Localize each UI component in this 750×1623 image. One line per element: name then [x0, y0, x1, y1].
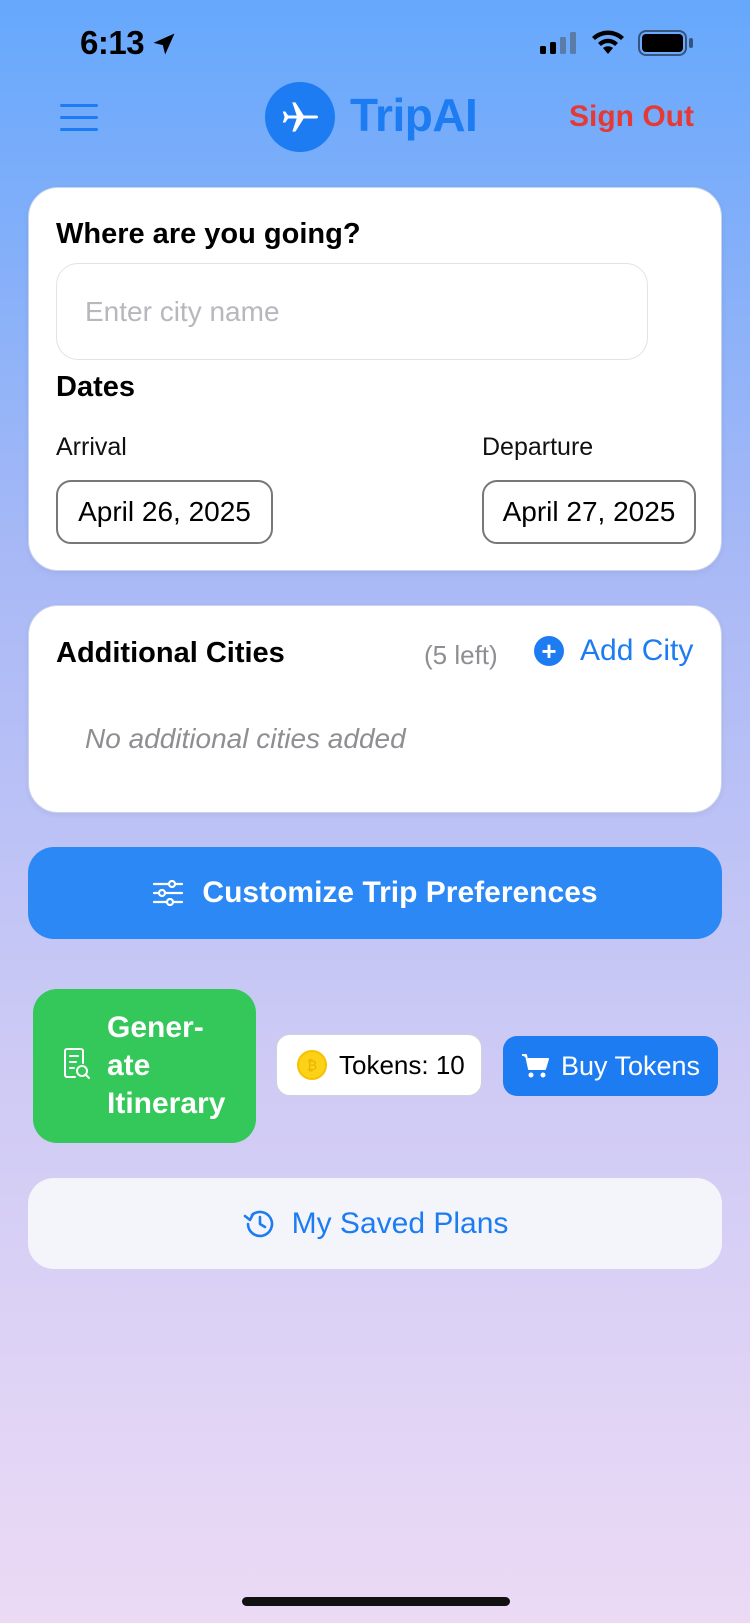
- document-search-icon: [64, 1048, 90, 1079]
- additional-cities-card: Additional Cities (5 left) + Add City No…: [28, 605, 722, 813]
- generate-itinerary-label: Gener-ate Itinerary: [107, 1011, 226, 1120]
- empty-cities-text: No additional cities added: [85, 723, 406, 754]
- sign-out-button[interactable]: Sign Out: [569, 100, 694, 134]
- saved-plans-button[interactable]: My Saved Plans: [28, 1178, 722, 1269]
- menu-icon[interactable]: [60, 104, 100, 132]
- location-arrow-icon: [153, 33, 175, 55]
- departure-date-picker[interactable]: April 27, 2025: [482, 480, 696, 544]
- coin-icon: ₿: [297, 1050, 327, 1080]
- customize-preferences-button[interactable]: Customize Trip Preferences: [28, 847, 722, 939]
- wifi-icon: [592, 30, 624, 54]
- cart-icon: [521, 1054, 549, 1078]
- destination-heading: Where are you going?: [56, 218, 361, 250]
- history-icon: [243, 1210, 273, 1237]
- status-time: 6:13: [80, 24, 145, 61]
- buy-tokens-label: Buy Tokens: [560, 1050, 701, 1081]
- cities-remaining-count: (5 left): [424, 640, 498, 670]
- add-city-button[interactable]: + Add City: [534, 634, 693, 668]
- destination-card: Where are you going? Dates Arrival Depar…: [28, 187, 722, 571]
- dates-heading: Dates: [56, 371, 135, 403]
- city-input[interactable]: [56, 263, 648, 360]
- customize-label: Customize Trip Preferences: [202, 876, 598, 909]
- token-balance: ₿ Tokens: 10: [276, 1034, 482, 1096]
- arrival-label: Arrival: [56, 433, 127, 461]
- generate-itinerary-button[interactable]: Gener-ate Itinerary: [33, 989, 256, 1143]
- token-count: Tokens: 10: [339, 1049, 465, 1080]
- departure-label: Departure: [482, 433, 594, 461]
- arrival-date-picker[interactable]: April 26, 2025: [56, 480, 273, 544]
- airplane-icon: [265, 82, 335, 152]
- status-bar: 6:13: [0, 0, 750, 90]
- sliders-icon: [153, 880, 184, 906]
- additional-cities-heading: Additional Cities: [56, 637, 285, 669]
- home-indicator[interactable]: [242, 1597, 510, 1606]
- battery-icon: [638, 30, 693, 56]
- buy-tokens-button[interactable]: Buy Tokens: [503, 1036, 718, 1096]
- app-title: TripAI: [350, 89, 478, 141]
- plus-circle-icon: +: [534, 636, 564, 666]
- saved-plans-label: My Saved Plans: [291, 1206, 509, 1240]
- signal-icon: [540, 32, 576, 54]
- add-city-label: Add City: [580, 634, 694, 667]
